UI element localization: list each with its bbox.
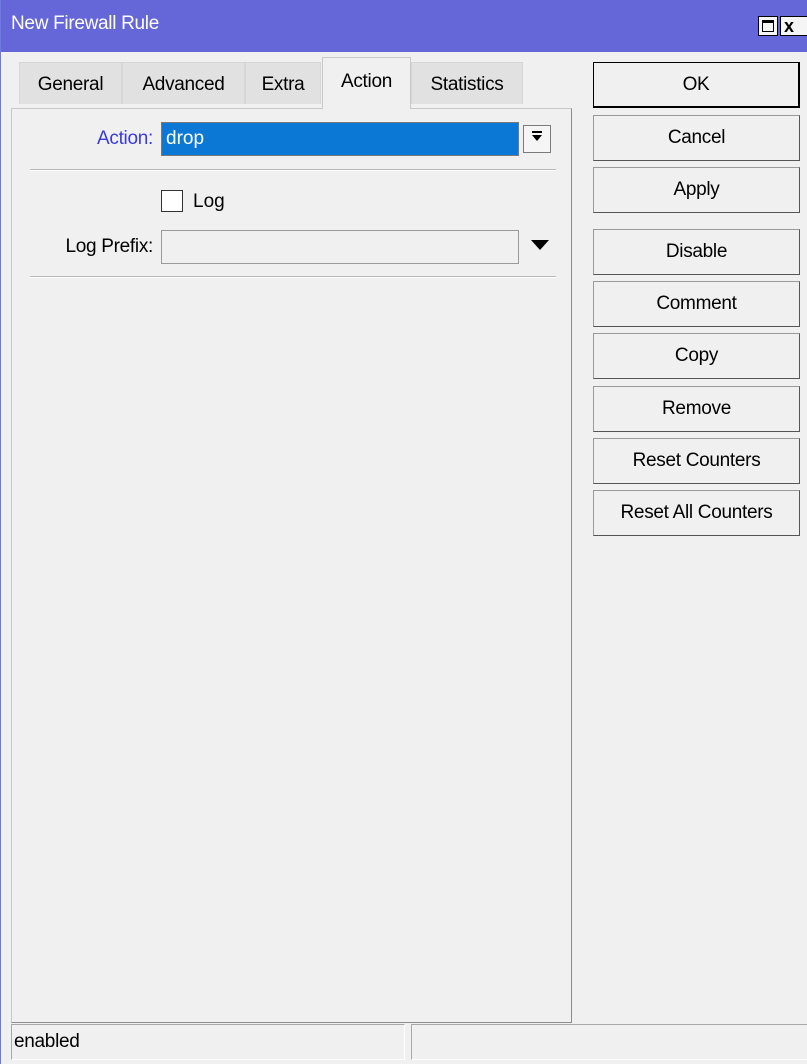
cancel-button[interactable]: Cancel bbox=[593, 115, 800, 161]
reset-all-counters-button[interactable]: Reset All Counters bbox=[593, 490, 800, 536]
log-checkbox-label[interactable]: Log bbox=[193, 191, 225, 213]
ok-button[interactable]: OK bbox=[593, 62, 800, 108]
divider bbox=[30, 276, 556, 278]
tab-general[interactable]: General bbox=[19, 62, 122, 104]
divider bbox=[30, 169, 556, 171]
reset-counters-button[interactable]: Reset Counters bbox=[593, 438, 800, 484]
status-bar-info bbox=[411, 1024, 807, 1060]
log-checkbox[interactable] bbox=[161, 190, 183, 212]
tab-extra[interactable]: Extra bbox=[245, 62, 321, 104]
copy-button[interactable]: Copy bbox=[593, 333, 800, 379]
dropdown-arrow-icon[interactable] bbox=[523, 125, 551, 153]
comment-button[interactable]: Comment bbox=[593, 281, 800, 327]
title-bar[interactable]: New Firewall Rule x bbox=[1, 0, 807, 52]
action-label: Action: bbox=[97, 128, 153, 149]
action-select[interactable]: drop bbox=[161, 122, 519, 156]
disable-button[interactable]: Disable bbox=[593, 229, 800, 275]
action-select-value: drop bbox=[166, 128, 205, 149]
window-title: New Firewall Rule bbox=[11, 13, 159, 34]
tab-statistics[interactable]: Statistics bbox=[411, 62, 523, 104]
maximize-icon[interactable] bbox=[758, 16, 778, 36]
apply-button[interactable]: Apply bbox=[593, 167, 800, 213]
log-prefix-input[interactable] bbox=[161, 230, 519, 264]
collapse-arrow-icon bbox=[532, 131, 542, 141]
chevron-down-icon[interactable] bbox=[531, 240, 549, 250]
firewall-rule-window: New Firewall Rule x General Advanced Ext… bbox=[0, 0, 807, 1064]
tab-advanced[interactable]: Advanced bbox=[122, 62, 245, 104]
remove-button[interactable]: Remove bbox=[593, 386, 800, 432]
log-prefix-label: Log Prefix: bbox=[65, 236, 153, 257]
close-icon[interactable]: x bbox=[780, 16, 807, 36]
status-bar-state: enabled bbox=[11, 1024, 405, 1060]
tab-action[interactable]: Action bbox=[322, 57, 411, 109]
